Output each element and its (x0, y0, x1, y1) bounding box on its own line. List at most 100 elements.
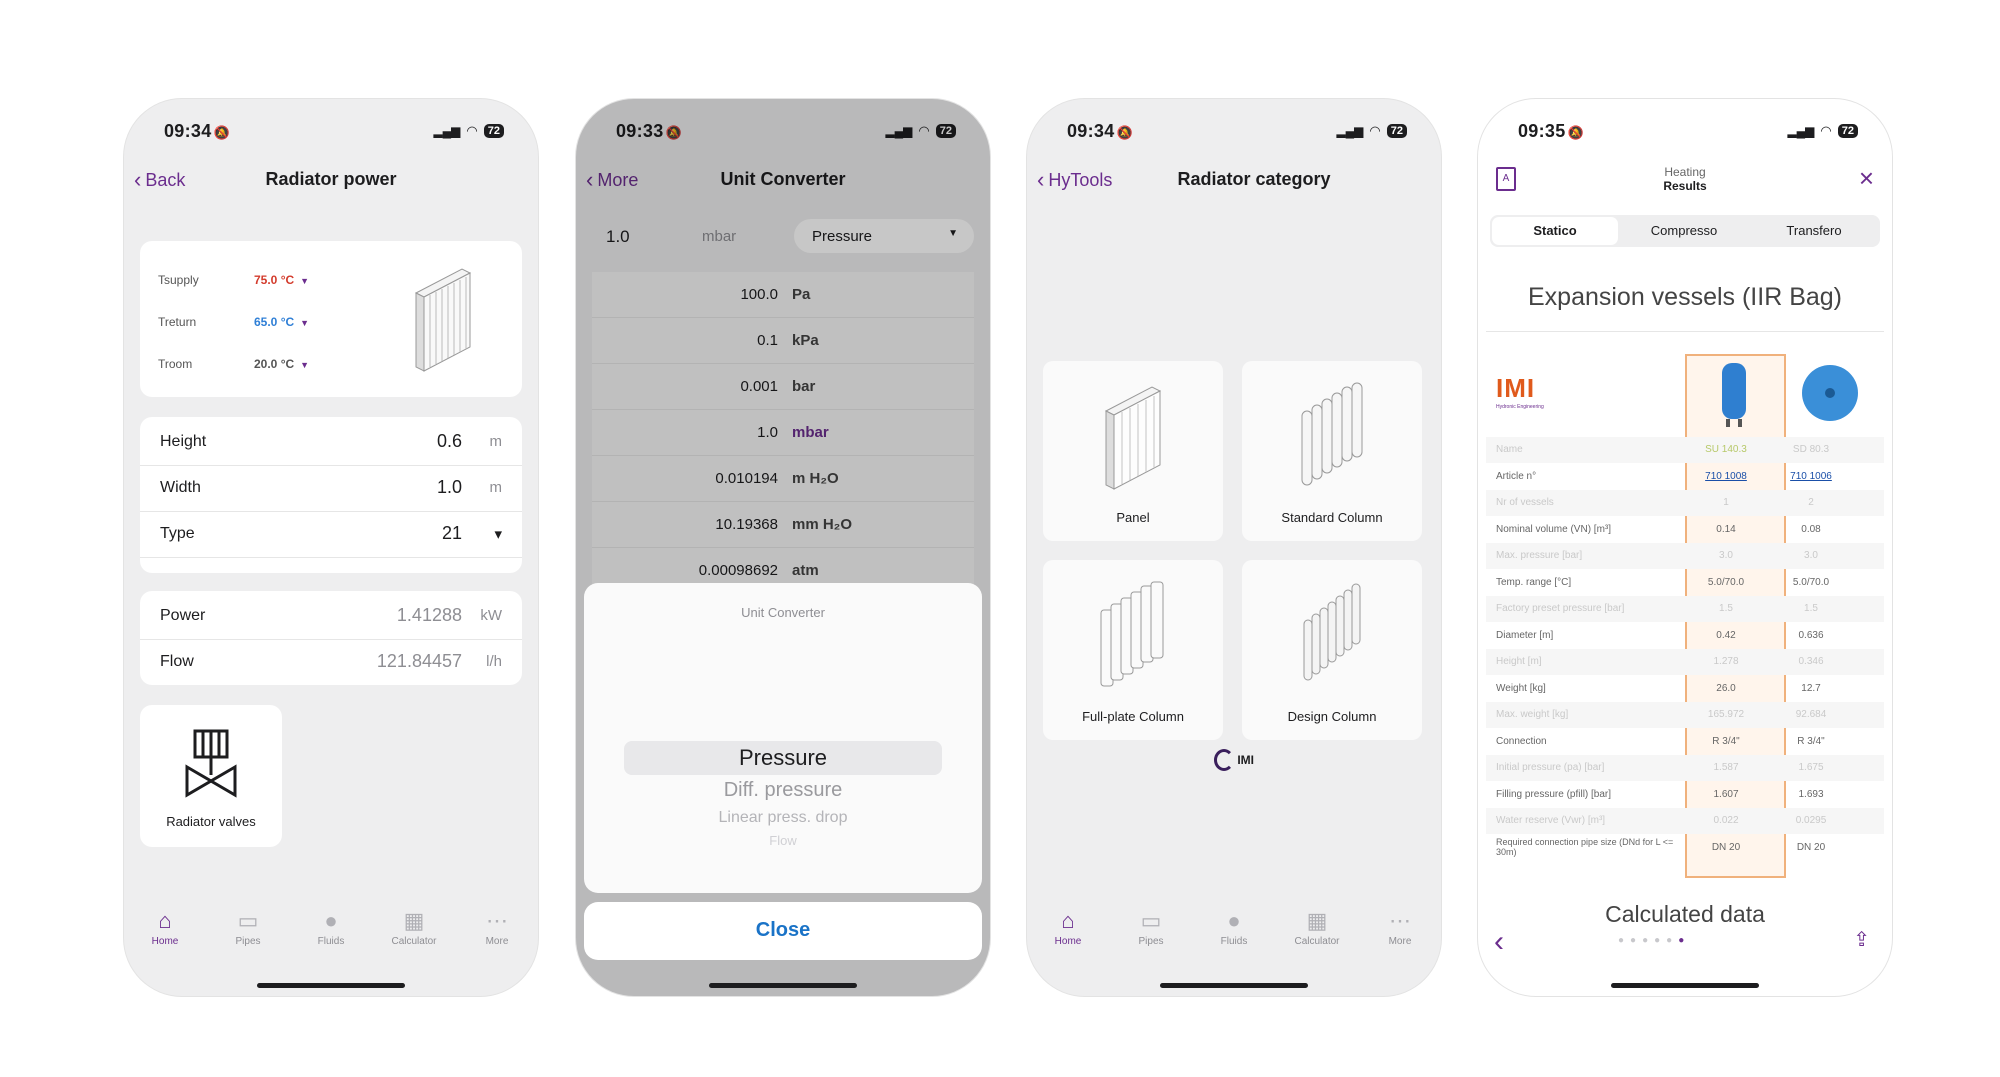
more-icon: ⋯ (486, 908, 508, 933)
wifi-icon: ◠ (466, 123, 478, 138)
calculator-icon: ▦ (403, 908, 425, 933)
wifi-icon: ◠ (1820, 123, 1832, 138)
row-value: 26.0 (1716, 682, 1736, 694)
category-panel[interactable]: Panel (1043, 361, 1223, 541)
temp-supply-row[interactable]: Tsupply 75.0 °C ▼ (158, 273, 309, 287)
segment-statico[interactable]: Statico (1492, 217, 1618, 245)
picker-option-pressure[interactable]: Pressure (584, 745, 982, 771)
more-icon: ⋯ (1389, 908, 1411, 933)
signal-icon: ▂▄▆ (1787, 124, 1815, 138)
row-value: 0.022 (1713, 815, 1739, 826)
design-column-icon (1303, 583, 1361, 681)
table-row: Name SU 140.3 SD 80.3 (1486, 437, 1884, 463)
row-value: 1.587 (1713, 762, 1739, 773)
tab-fluids[interactable]: ● Fluids (296, 906, 366, 947)
row-value: 2 (1808, 497, 1814, 508)
picker-sheet: Unit Converter Pressure Diff. pressure L… (584, 583, 982, 893)
caret-down-icon: ▼ (300, 360, 310, 370)
row-label: Diameter [m] (1496, 629, 1554, 641)
status-time: 09:35 🔕 (1518, 121, 1585, 141)
section-heading: Expansion vessels (IIR Bag) (1527, 283, 1843, 311)
wifi-icon: ◠ (1369, 123, 1381, 138)
picker-option-flow[interactable]: Flow (584, 833, 982, 845)
type-select[interactable]: Type 21 ▾ (140, 511, 522, 558)
tab-pipes[interactable]: ▭ Pipes (1116, 906, 1186, 947)
temp-return-row[interactable]: Treturn 65.0 °C ▼ (158, 315, 309, 329)
table-row: Nr of vessels 1 2 (1486, 490, 1884, 516)
row-value: 12.7 (1801, 682, 1821, 694)
tab-calculator[interactable]: ▦ Calculator (379, 906, 449, 947)
phone-heating-results: 09:35 🔕 ▂▄▆ ◠ 72 A Heating Results × Stat… (1478, 99, 1892, 996)
row-value: 92.684 (1795, 709, 1827, 720)
signal-icon: ▂▄▆ (1336, 124, 1364, 138)
table-row: Diameter [m] 0.42 0.636 (1486, 623, 1884, 649)
table-row: Nominal volume (VN) [m³] 0.14 0.08 (1486, 517, 1884, 543)
status-time: 09:34 🔕 (1067, 121, 1134, 141)
row-value: 0.08 (1801, 523, 1821, 535)
tab-more[interactable]: ⋯ More (462, 906, 532, 947)
tab-bar: ⌂ Home ▭ Pipes ● Fluids ▦ Calculator ⋯ More (124, 906, 538, 966)
share-icon[interactable]: ⇪ (1853, 927, 1870, 952)
picker-option-linear-press-drop[interactable]: Linear press. drop (584, 809, 982, 827)
divider (1486, 331, 1884, 332)
close-icon[interactable]: × (1859, 163, 1874, 194)
row-value: 1.5 (1719, 603, 1733, 614)
tab-more[interactable]: ⋯ More (1365, 906, 1435, 947)
category-standard-column[interactable]: Standard Column (1242, 361, 1422, 541)
segment-transfero[interactable]: Transfero (1750, 217, 1878, 245)
row-label: Water reserve (Vwr) [m³] (1496, 815, 1606, 826)
height-field[interactable]: Height 0.6 m (140, 419, 522, 466)
radiator-valve-icon (185, 729, 237, 798)
row-value: 1.278 (1713, 656, 1739, 667)
drop-icon: ● (324, 908, 338, 933)
segment-compresso[interactable]: Compresso (1620, 217, 1748, 245)
table-row: Max. weight [kg] 165.972 92.684 (1486, 702, 1884, 728)
pipe-icon: ▭ (237, 908, 259, 933)
temperature-card: Tsupply 75.0 °C ▼ Treturn 65.0 °C ▼ Troom 20.… (140, 241, 522, 397)
radiator-valves-tile[interactable]: Radiator valves (140, 705, 282, 847)
tab-bar: ⌂ Home ▭ Pipes ● Fluids ▦ Calculator ⋯ More (1027, 906, 1441, 966)
row-value: 165.972 (1707, 709, 1745, 720)
row-value: DN 20 (1711, 841, 1741, 853)
page-title: Radiator power (265, 169, 397, 189)
pipe-icon: ▭ (1140, 908, 1162, 933)
close-button[interactable]: Close (584, 902, 982, 960)
category-design-column[interactable]: Design Column (1242, 560, 1422, 740)
row-label: Max. weight [kg] (1496, 709, 1569, 720)
row-value: 0.0295 (1795, 815, 1827, 826)
row-value[interactable]: 710 1008 (1686, 471, 1766, 482)
row-value: 0.346 (1798, 656, 1824, 667)
table-row: Height [m] 1.278 0.346 (1486, 649, 1884, 675)
back-arrow-icon[interactable]: ‹ (1494, 925, 1504, 959)
table-row: Temp. range [°C] 5.0/70.0 5.0/70.0 (1486, 570, 1884, 596)
tab-home[interactable]: ⌂ Home (130, 906, 200, 947)
bell-off-icon: 🔕 (1567, 125, 1585, 140)
tab-fluids[interactable]: ● Fluids (1199, 906, 1269, 947)
imi-ring-icon (1213, 749, 1234, 771)
tab-home[interactable]: ⌂ Home (1033, 906, 1103, 947)
battery-icon: 72 (1837, 124, 1858, 138)
phone-radiator-power: 09:34 🔕 ▂▄▆ ◠ 72 ‹ Back Radiator power Tsu… (124, 99, 538, 996)
column-radiator-icon (1301, 382, 1363, 486)
tab-pipes[interactable]: ▭ Pipes (213, 906, 283, 947)
row-value: 5.0/70.0 (1792, 576, 1830, 588)
status-bar: 09:34 🔕 ▂▄▆ ◠ 72 (124, 121, 538, 151)
picker-option-diff-pressure[interactable]: Diff. pressure (584, 779, 982, 802)
home-icon: ⌂ (158, 908, 172, 933)
bell-off-icon: 🔕 (1116, 125, 1134, 140)
row-label: Article n° (1496, 470, 1537, 482)
row-value[interactable]: 710 1006 (1771, 471, 1851, 482)
width-field[interactable]: Width 1.0 m (140, 465, 522, 512)
panel-radiator-icon (1104, 386, 1162, 490)
drop-icon: ● (1227, 908, 1241, 933)
footer-heading: Calculated data (1605, 901, 1765, 927)
row-value: R 3/4" (1797, 735, 1825, 747)
tab-calculator[interactable]: ▦ Calculator (1282, 906, 1352, 947)
results-card: Power 1.41288 kW Flow 121.84457 l/h (140, 591, 522, 685)
category-full-plate-column[interactable]: Full-plate Column (1043, 560, 1223, 740)
home-icon: ⌂ (1061, 908, 1075, 933)
imi-brand-logo: IMI Hydronic Engineering (1496, 373, 1544, 410)
phone-radiator-category: 09:34 🔕 ▂▄▆ ◠ 72 ‹ HyTools Radiator catego… (1027, 99, 1441, 996)
row-label: Weight [kg] (1496, 682, 1546, 694)
temp-room-row[interactable]: Troom 20.0 °C ▼ (158, 357, 309, 371)
